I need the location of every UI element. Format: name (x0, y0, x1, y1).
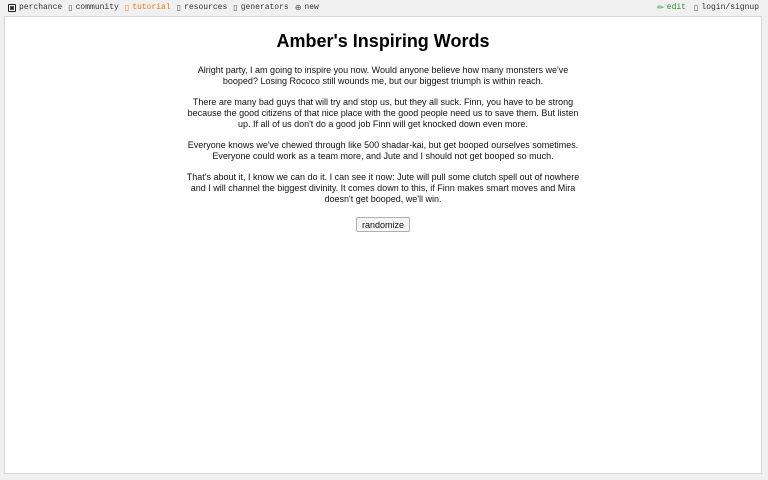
dice-icon (8, 4, 16, 12)
generator-output-panel: Amber's Inspiring Words Alright party, I… (4, 16, 762, 474)
speech-content: Alright party, I am going to inspire you… (5, 65, 761, 232)
community-icon: ▯ (68, 3, 73, 12)
speech-paragraph-1: Alright party, I am going to inspire you… (197, 65, 569, 86)
tutorial-icon: ▯ (124, 3, 130, 12)
nav-generators-label: generators (240, 3, 289, 12)
user-icon: ▯ (693, 3, 699, 12)
pencil-icon: ✏ (657, 3, 664, 12)
nav-login-signup-label: login/signup (701, 3, 759, 12)
resources-icon: ▯ (176, 3, 182, 12)
nav-resources[interactable]: ▯ resources (177, 2, 228, 14)
nav-left: perchance ▯ community ▯ tutorial ▯ resou… (8, 2, 319, 14)
generators-icon: ▯ (233, 3, 238, 12)
speech-paragraph-2: There are many bad guys that will try an… (187, 97, 579, 129)
page-title: Amber's Inspiring Words (276, 31, 490, 51)
nav-login-signup[interactable]: ▯ login/signup (694, 2, 759, 14)
nav-generators[interactable]: ▯ generators (233, 2, 288, 14)
nav-right: ✏ edit ▯ login/signup (657, 2, 759, 14)
nav-perchance[interactable]: perchance (8, 2, 62, 14)
nav-resources-label: resources (184, 3, 228, 12)
nav-tutorial[interactable]: ▯ tutorial (125, 2, 171, 14)
nav-community[interactable]: ▯ community (68, 2, 119, 14)
speech-paragraph-3: Everyone knows we've chewed through like… (187, 140, 579, 161)
nav-perchance-label: perchance (19, 3, 63, 12)
randomize-button[interactable]: randomize (355, 217, 411, 232)
top-navigation-bar: perchance ▯ community ▯ tutorial ▯ resou… (0, 0, 768, 16)
nav-community-label: community (75, 3, 119, 12)
nav-new-label: new (304, 3, 319, 12)
nav-edit[interactable]: ✏ edit (657, 2, 686, 14)
nav-tutorial-label: tutorial (132, 3, 171, 12)
speech-paragraph-4: That's about it, I know we can do it. I … (186, 172, 580, 204)
plus-circle-icon: ⊕ (294, 3, 302, 12)
nav-edit-label: edit (666, 3, 686, 12)
nav-new[interactable]: ⊕ new (295, 2, 319, 14)
